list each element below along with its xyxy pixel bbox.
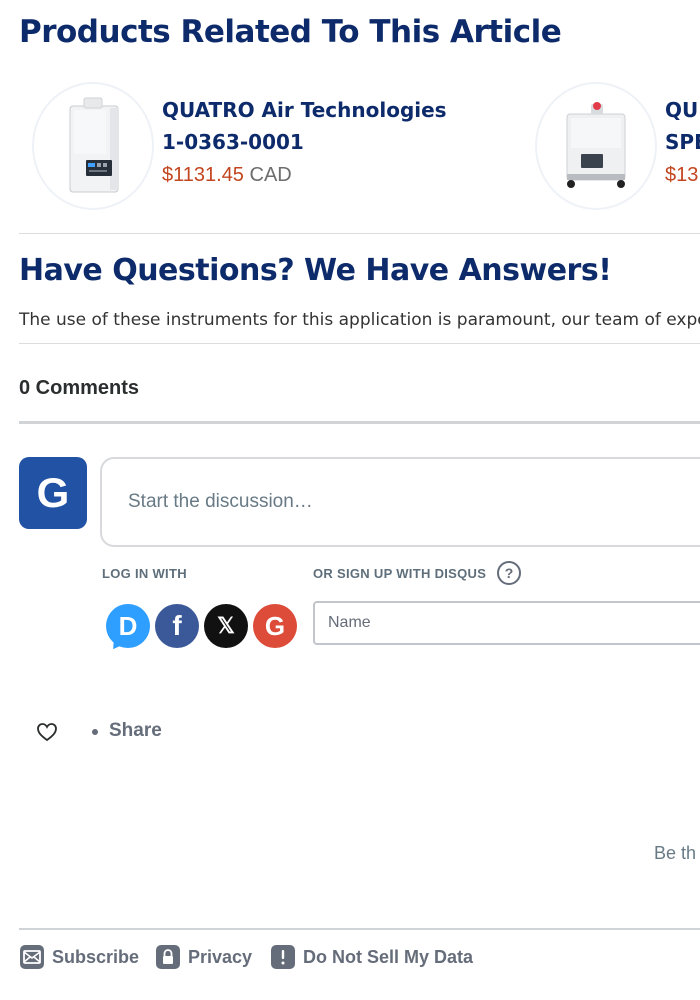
- lock-icon: [156, 945, 180, 969]
- google-icon: G: [264, 611, 286, 641]
- log-in-with-label: LOG IN WITH: [102, 566, 187, 581]
- x-login-button[interactable]: 𝕏: [204, 604, 248, 648]
- google-login-button[interactable]: G: [253, 604, 297, 648]
- help-icon[interactable]: ?: [497, 561, 521, 585]
- exclamation-icon: [271, 945, 295, 969]
- product-price: $1131.45 CAD: [162, 158, 447, 192]
- price-currency: CAD: [249, 164, 292, 186]
- related-products-heading: Products Related To This Article: [19, 14, 562, 50]
- disqus-login-button[interactable]: D: [106, 604, 150, 648]
- footer-divider: [19, 928, 700, 930]
- questions-heading: Have Questions? We Have Answers!: [19, 253, 612, 288]
- facebook-login-button[interactable]: f: [155, 604, 199, 648]
- share-button[interactable]: Share: [109, 720, 162, 742]
- do-not-sell-link[interactable]: Do Not Sell My Data: [271, 945, 481, 973]
- price-amount: $13: [665, 164, 699, 186]
- x-icon: 𝕏: [217, 613, 235, 638]
- fume-extractor-cabinet-image: [69, 97, 119, 193]
- product-card[interactable]: QU SPE $13: [535, 82, 700, 210]
- name-input[interactable]: [313, 601, 700, 645]
- price-amount: $1131.45: [162, 164, 244, 186]
- questions-text: The use of these instruments for this ap…: [19, 310, 700, 330]
- subscribe-link[interactable]: Subscribe: [20, 945, 140, 973]
- product-card[interactable]: QUATRO Air Technologies 1-0363-0001 $113…: [32, 82, 512, 210]
- product-info: QU SPE $13: [665, 94, 700, 192]
- product-sku[interactable]: SPE: [665, 126, 700, 158]
- comment-placeholder: Start the discussion…: [128, 491, 313, 512]
- envelope-icon: [20, 945, 44, 969]
- product-price: $13: [665, 158, 700, 192]
- page: Products Related To This Article QUATRO …: [0, 0, 700, 1000]
- do-not-sell-label: Do Not Sell My Data: [303, 947, 474, 967]
- comment-textarea[interactable]: Start the discussion…: [100, 457, 700, 547]
- section-divider: [19, 343, 700, 344]
- heart-icon: [37, 723, 57, 742]
- fume-extractor-cart-image: [566, 102, 626, 188]
- product-sku[interactable]: 1-0363-0001: [162, 126, 447, 158]
- product-name-line1[interactable]: QU: [665, 94, 700, 126]
- comments-count: 0 Comments: [19, 377, 140, 399]
- empty-comments-text: Be th: [654, 843, 697, 863]
- subscribe-label: Subscribe: [52, 947, 140, 967]
- avatar[interactable]: G: [19, 457, 87, 529]
- product-name-line1[interactable]: QUATRO Air Technologies: [162, 94, 447, 126]
- facebook-icon: f: [172, 610, 182, 641]
- sign-up-with-disqus-label: OR SIGN UP WITH DISQUS: [313, 566, 487, 581]
- privacy-link[interactable]: Privacy: [156, 945, 256, 973]
- privacy-label: Privacy: [188, 947, 253, 967]
- product-thumbnail[interactable]: [32, 82, 154, 210]
- product-thumbnail[interactable]: [535, 82, 657, 210]
- product-info: QUATRO Air Technologies 1-0363-0001 $113…: [162, 94, 447, 192]
- bullet-dot: [92, 729, 98, 735]
- recommend-button[interactable]: [35, 721, 59, 743]
- comments-divider: [19, 421, 700, 424]
- section-divider: [19, 233, 700, 234]
- disqus-icon: D: [118, 611, 138, 641]
